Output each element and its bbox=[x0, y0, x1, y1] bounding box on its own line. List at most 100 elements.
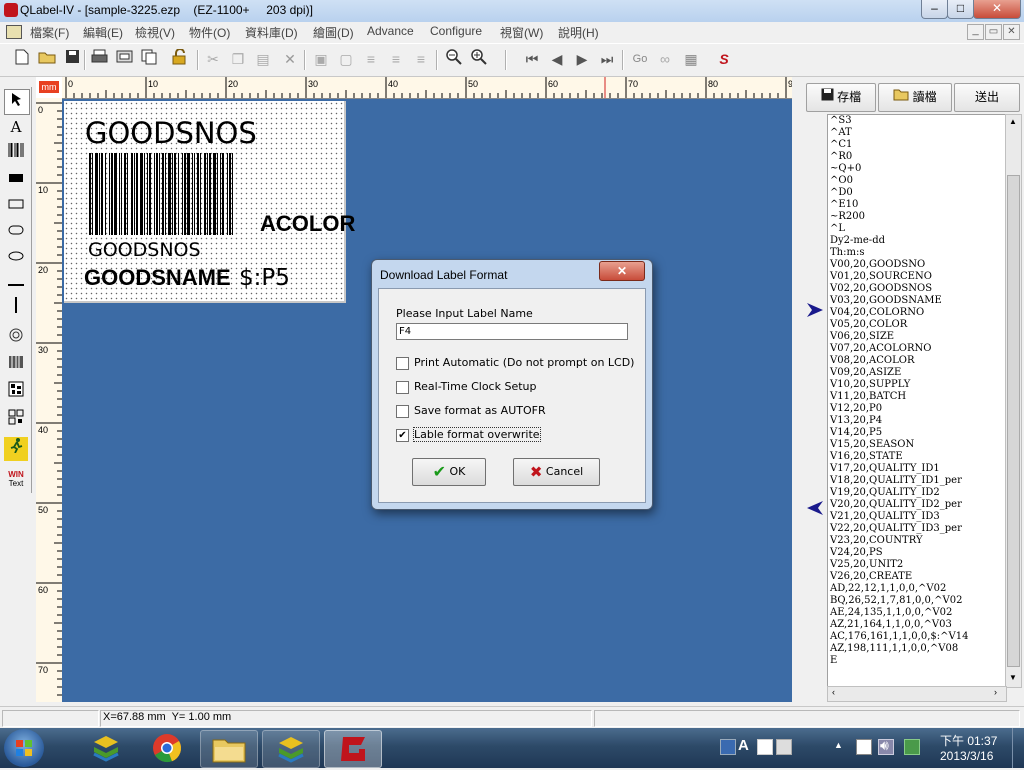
cancel-button[interactable]: ✖ Cancel bbox=[513, 458, 600, 486]
menu-object[interactable]: 物件(O) bbox=[189, 24, 230, 41]
filled-rectangle-icon[interactable] bbox=[4, 167, 28, 191]
code-list-vertical-scrollbar[interactable]: ▲ ▼ bbox=[1005, 114, 1022, 688]
minimize-button[interactable]: – bbox=[921, 0, 948, 19]
code-line[interactable]: V06,20,SIZE bbox=[828, 331, 1006, 343]
menu-configure[interactable]: Configure bbox=[430, 24, 482, 38]
code-line[interactable]: V21,20,QUALITY_ID3 bbox=[828, 511, 1006, 523]
group-icon[interactable]: ▣ bbox=[311, 49, 331, 69]
menu-database[interactable]: 資料庫(D) bbox=[245, 24, 298, 41]
code-line[interactable]: V13,20,P4 bbox=[828, 415, 1006, 427]
code-line[interactable]: V08,20,ACOLOR bbox=[828, 355, 1006, 367]
send-button[interactable]: 送出 bbox=[954, 83, 1020, 112]
code-line[interactable]: V10,20,SUPPLY bbox=[828, 379, 1006, 391]
ungroup-icon[interactable]: ▢ bbox=[336, 49, 356, 69]
code-line[interactable]: ^L bbox=[828, 223, 1006, 235]
new-file-icon[interactable] bbox=[12, 49, 32, 69]
last-page-icon[interactable]: ⏭ bbox=[597, 49, 617, 69]
code-line[interactable]: V11,20,BATCH bbox=[828, 391, 1006, 403]
code-line[interactable]: V20,20,QUALITY_ID2_per bbox=[828, 499, 1006, 511]
cut-icon[interactable]: ✂ bbox=[203, 49, 223, 69]
menu-edit[interactable]: 編輯(E) bbox=[83, 24, 123, 41]
label-text-goodsnos-small[interactable]: GOODSNOS bbox=[88, 239, 201, 261]
save-autofr-checkbox[interactable]: Save format as AUTOFR bbox=[396, 404, 636, 418]
command-code-list[interactable]: ^S3 ^AT ^C1 ^R0 ~Q+0 ^O0 ^D0 ^E10 ~R200 ^L Dy2-me-… bbox=[827, 114, 1007, 688]
code-line[interactable]: V01,20,SOURCENO bbox=[828, 271, 1006, 283]
taskbar-file-explorer[interactable] bbox=[200, 730, 258, 768]
go-button[interactable]: Go bbox=[630, 49, 650, 69]
menu-draw[interactable]: 繪圖(D) bbox=[313, 24, 354, 41]
menu-window[interactable]: 視窗(W) bbox=[500, 24, 543, 41]
mdi-minimize-button[interactable]: _ bbox=[967, 24, 984, 40]
align-center-icon[interactable]: ≡ bbox=[386, 49, 406, 69]
tray-drive-icon[interactable] bbox=[904, 739, 920, 755]
tray-ime-indicator[interactable]: A bbox=[738, 737, 749, 754]
save-button[interactable]: 存檔 bbox=[806, 83, 876, 112]
print-automatic-checkbox[interactable]: Print Automatic (Do not prompt on LCD) bbox=[396, 356, 636, 370]
zoom-in-icon[interactable] bbox=[469, 49, 489, 69]
code-line[interactable]: ^R0 bbox=[828, 151, 1006, 163]
datamatrix-icon[interactable] bbox=[4, 381, 28, 405]
align-left-icon[interactable]: ≡ bbox=[361, 49, 381, 69]
taskbar-chrome[interactable] bbox=[139, 730, 195, 766]
taskbar-bluestacks-2[interactable] bbox=[262, 730, 320, 768]
delete-icon[interactable]: ✕ bbox=[280, 49, 300, 69]
paste-icon[interactable]: ▤ bbox=[253, 49, 273, 69]
checkbox-box[interactable] bbox=[396, 357, 409, 370]
next-page-icon[interactable]: ▶ bbox=[572, 49, 592, 69]
horizontal-line-icon[interactable] bbox=[4, 271, 28, 295]
ok-button[interactable]: ✔ OK bbox=[412, 458, 486, 486]
label-sheet[interactable]: GOODSNOS ACOLOR GOODSNOS GOODSNAME $:P5 bbox=[64, 101, 355, 303]
code-line[interactable]: Th:m:s bbox=[828, 247, 1006, 259]
code-line[interactable]: ^AT bbox=[828, 127, 1006, 139]
checkbox-box[interactable] bbox=[396, 381, 409, 394]
mdi-close-button[interactable]: ✕ bbox=[1003, 24, 1020, 40]
code-line[interactable]: Dy2-me-dd bbox=[828, 235, 1006, 247]
menu-view[interactable]: 檢視(V) bbox=[135, 24, 175, 41]
scroll-up-arrow[interactable]: ▲ bbox=[1009, 117, 1017, 126]
tray-volume-icon[interactable]: 🔊︎ bbox=[880, 737, 889, 754]
qrcode-icon[interactable] bbox=[4, 409, 28, 433]
label-text-acolor[interactable]: ACOLOR bbox=[260, 211, 355, 237]
clock-time[interactable]: 下午 01:37 bbox=[940, 732, 997, 749]
select-arrow-icon[interactable] bbox=[4, 89, 30, 115]
start-button[interactable] bbox=[4, 729, 44, 767]
rectangle-icon[interactable] bbox=[4, 193, 28, 217]
taskbar-bluestacks-1[interactable] bbox=[78, 730, 134, 766]
code-line[interactable]: ~Q+0 bbox=[828, 163, 1006, 175]
runner-icon[interactable] bbox=[4, 437, 28, 461]
menu-advance[interactable]: Advance bbox=[367, 24, 414, 38]
print-preview-icon[interactable] bbox=[114, 49, 134, 69]
close-button[interactable]: ✕ bbox=[973, 0, 1021, 19]
barcode-tool-icon[interactable] bbox=[4, 141, 28, 165]
prev-page-icon[interactable]: ◀ bbox=[547, 49, 567, 69]
scroll-left-arrow[interactable]: ‹ bbox=[832, 687, 835, 697]
code-line[interactable]: V23,20,COUNTRY bbox=[828, 535, 1006, 547]
print-icon[interactable] bbox=[89, 49, 109, 69]
code-line[interactable]: AE,24,135,1,1,0,0,^V02 bbox=[828, 607, 1006, 619]
tray-icon-1[interactable] bbox=[720, 739, 736, 755]
format-overwrite-checkbox[interactable]: ✔ Lable format overwrite bbox=[396, 427, 636, 442]
code-line[interactable]: V15,20,SEASON bbox=[828, 439, 1006, 451]
mdi-doc-icon[interactable] bbox=[6, 25, 22, 39]
code-line[interactable]: V26,20,CREATE bbox=[828, 571, 1006, 583]
code-line[interactable]: ^E10 bbox=[828, 199, 1006, 211]
tray-icon-3[interactable] bbox=[757, 739, 773, 755]
win-text-icon[interactable]: WIN Text bbox=[4, 467, 28, 491]
code-line[interactable]: ^C1 bbox=[828, 139, 1006, 151]
maxicode-icon[interactable] bbox=[4, 327, 28, 351]
show-desktop-button[interactable] bbox=[1012, 728, 1024, 768]
label-text-goodsname[interactable]: GOODSNAME bbox=[84, 265, 231, 291]
code-line[interactable]: V12,20,P0 bbox=[828, 403, 1006, 415]
code-line[interactable]: V04,20,COLORNO bbox=[828, 307, 1006, 319]
checkbox-box[interactable] bbox=[396, 405, 409, 418]
taskbar-qlabel[interactable] bbox=[324, 730, 382, 768]
database-grid-icon[interactable]: ▦ bbox=[681, 49, 701, 69]
code-line[interactable]: V03,20,GOODSNAME bbox=[828, 295, 1006, 307]
code-line[interactable]: E bbox=[828, 655, 1006, 667]
scroll-right-arrow[interactable]: › bbox=[994, 687, 997, 697]
code-line[interactable]: V14,20,P5 bbox=[828, 427, 1006, 439]
code-line[interactable]: V16,20,STATE bbox=[828, 451, 1006, 463]
vertical-line-icon[interactable] bbox=[4, 297, 28, 321]
clock-date[interactable]: 2013/3/16 bbox=[940, 749, 993, 763]
code-line[interactable]: V24,20,PS bbox=[828, 547, 1006, 559]
